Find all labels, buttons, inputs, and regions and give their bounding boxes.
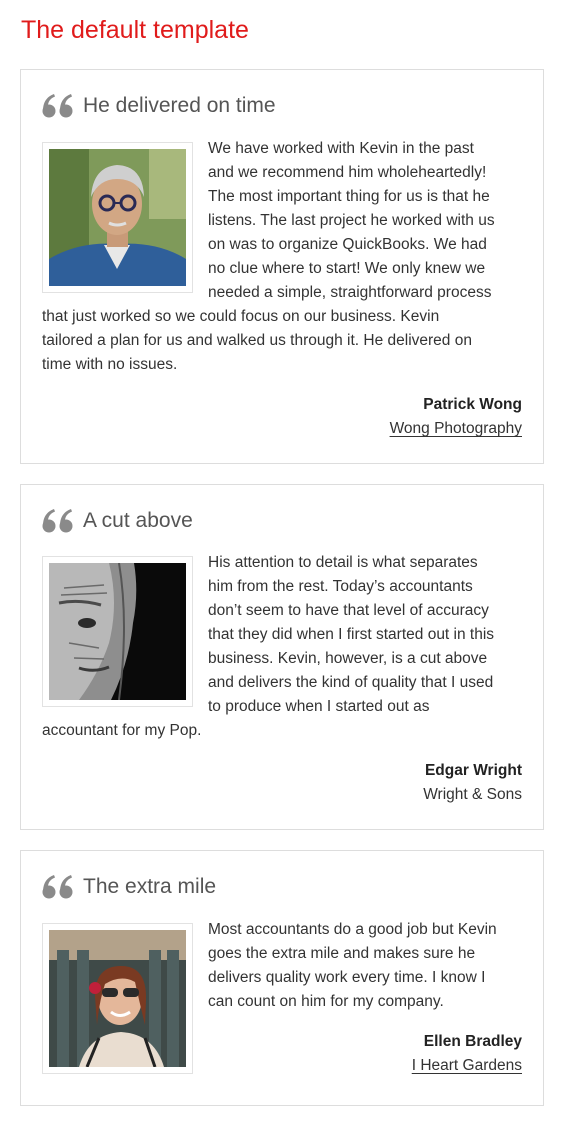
testimonial-text-line: that just worked so we could focus on ou…	[42, 308, 440, 325]
author-company-link[interactable]: Wong Photography	[390, 417, 522, 441]
testimonial-header: A cut above	[42, 503, 193, 539]
testimonial-header: He delivered on time	[42, 88, 276, 124]
testimonial-text-line: goes the extra mile and makes sure he	[208, 945, 476, 962]
author-name: Patrick Wong	[423, 396, 522, 413]
testimonial-card: The extra mile Most accountants do a goo…	[20, 850, 544, 1106]
page-title: The default template	[21, 16, 249, 44]
testimonial-text-line: to produce when I started out as	[208, 698, 430, 715]
author-name: Ellen Bradley	[423, 1033, 522, 1050]
double-quote-icon	[42, 509, 74, 533]
testimonial-card: He delivered on time We have worked with…	[20, 69, 544, 464]
testimonial-author: Ellen Bradley I Heart Gardens	[412, 1030, 522, 1078]
testimonial-text-line: accountant for my Pop.	[42, 722, 202, 739]
double-quote-icon	[42, 94, 74, 118]
testimonial-text-line: and we recommend him wholeheartedly!	[208, 164, 487, 181]
testimonial-text-line: We have worked with Kevin in the past	[208, 140, 474, 157]
author-company-link[interactable]: I Heart Gardens	[412, 1054, 522, 1078]
double-quote-icon	[42, 875, 74, 899]
testimonial-text-line: delivers quality work every time. I know…	[208, 969, 486, 986]
testimonial-author: Patrick Wong Wong Photography	[390, 393, 522, 441]
testimonial-text-line: on was to organize QuickBooks. We had	[208, 236, 487, 253]
testimonial-text-line: and delivers the kind of quality that I …	[208, 674, 494, 691]
testimonial-text-line: him from the rest. Today’s accountants	[208, 578, 473, 595]
testimonial-text-line: don’t seem to have that level of accurac…	[208, 602, 489, 619]
testimonial-text-line: His attention to detail is what separate…	[208, 554, 478, 571]
testimonial-text-line: listens. The last project he worked with…	[208, 212, 495, 229]
testimonial-text: Most accountants do a good job but Kevin…	[42, 918, 524, 1014]
testimonial-text-line: time with no issues.	[42, 356, 178, 373]
testimonial-author: Edgar Wright Wright & Sons	[423, 759, 522, 807]
testimonial-title: The extra mile	[83, 875, 217, 898]
testimonial-title: A cut above	[83, 509, 193, 532]
testimonial-text-line: business. Kevin, however, is a cut above	[208, 650, 488, 667]
testimonial-title: He delivered on time	[83, 94, 276, 117]
testimonial-text-line: needed a simple, straightforward process	[208, 284, 492, 301]
testimonial-text: His attention to detail is what separate…	[42, 551, 524, 743]
testimonial-text-line: that they did when I first started out i…	[208, 626, 495, 643]
author-company: Wright & Sons	[423, 786, 522, 803]
author-name: Edgar Wright	[424, 762, 522, 779]
testimonial-card: A cut above His attention to detail is w…	[20, 484, 544, 830]
testimonial-text-line: Most accountants do a good job but Kevin	[208, 921, 497, 938]
testimonial-text-line: no clue where to start! We only knew we	[208, 260, 486, 277]
testimonial-header: The extra mile	[42, 869, 216, 905]
testimonial-text-line: The most important thing for us is that …	[208, 188, 490, 205]
testimonial-text-line: tailored a plan for us and walked us thr…	[42, 332, 472, 349]
testimonial-text: We have worked with Kevin in the past an…	[42, 137, 524, 377]
testimonial-text-line: can count on him for my company.	[208, 993, 444, 1010]
